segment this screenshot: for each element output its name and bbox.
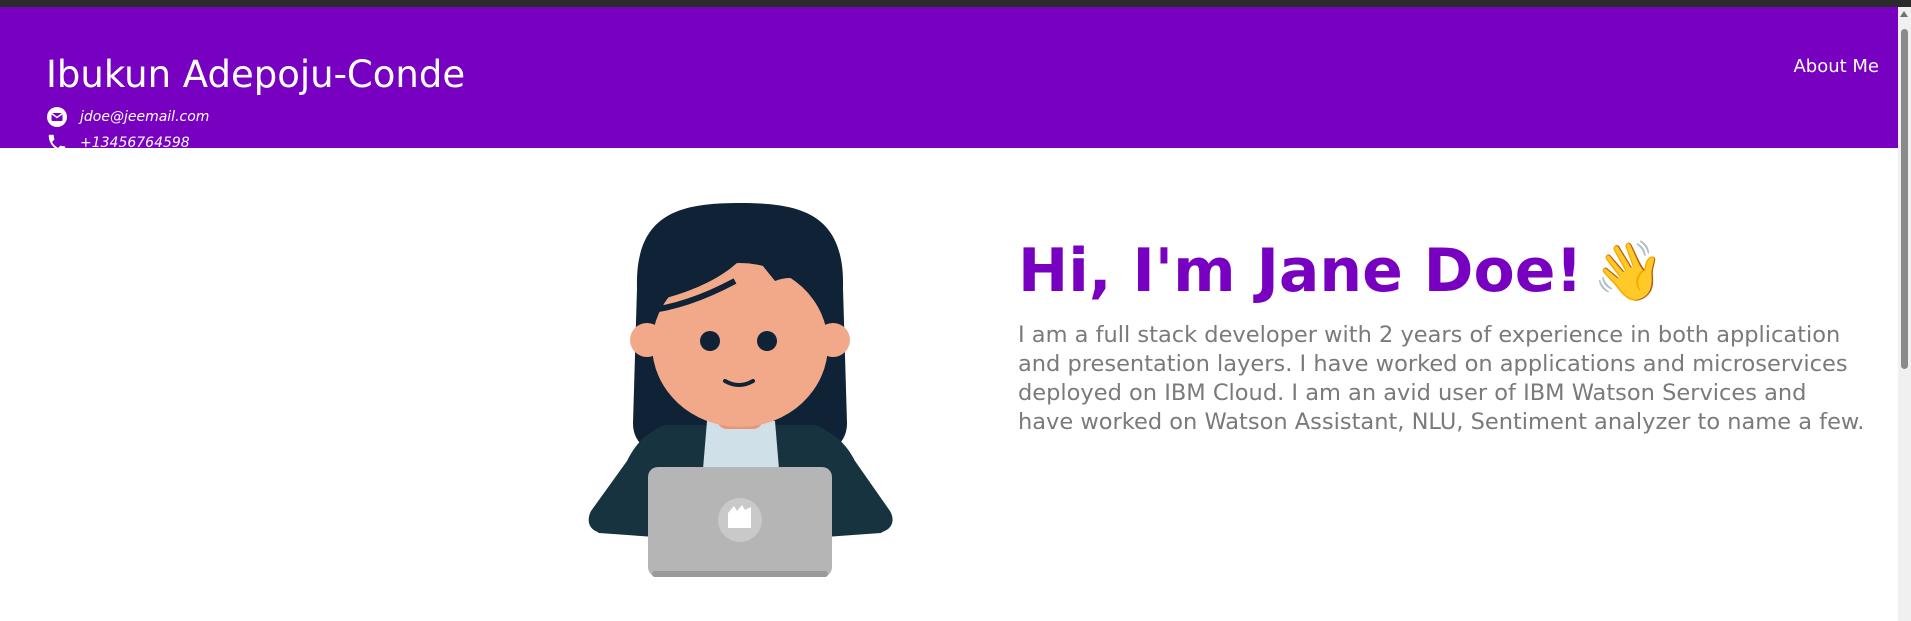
phone-icon bbox=[46, 132, 68, 154]
scrollbar-thumb[interactable] bbox=[1901, 29, 1908, 369]
nav-about-me-link[interactable]: About Me bbox=[1793, 56, 1879, 77]
site-name: Ibukun Adepoju-Conde bbox=[46, 53, 466, 96]
hero-greeting: Hi, I'm Jane Doe! 👋 bbox=[1018, 235, 1878, 307]
page-viewport: Ibukun Adepoju-Conde jdoe@jeemail.com +1… bbox=[0, 7, 1898, 621]
phone-text[interactable]: +13456764598 bbox=[80, 135, 190, 151]
email-contact: jdoe@jeemail.com bbox=[46, 105, 209, 129]
site-header: Ibukun Adepoju-Conde jdoe@jeemail.com +1… bbox=[0, 7, 1898, 152]
hero-section: Hi, I'm Jane Doe! 👋 I am a full stack dev… bbox=[1018, 235, 1878, 437]
greeting-text: Hi, I'm Jane Doe! bbox=[1018, 236, 1583, 306]
phone-contact: +13456764598 bbox=[46, 131, 190, 155]
scroll-up-arrow-icon[interactable] bbox=[1900, 11, 1908, 17]
developer-illustration bbox=[585, 193, 895, 578]
vertical-scrollbar[interactable] bbox=[1898, 7, 1911, 621]
email-text[interactable]: jdoe@jeemail.com bbox=[80, 109, 209, 125]
envelope-icon bbox=[46, 106, 68, 128]
waving-hand-icon: 👋 bbox=[1592, 237, 1665, 305]
hero-bio: I am a full stack developer with 2 years… bbox=[1018, 322, 1865, 435]
